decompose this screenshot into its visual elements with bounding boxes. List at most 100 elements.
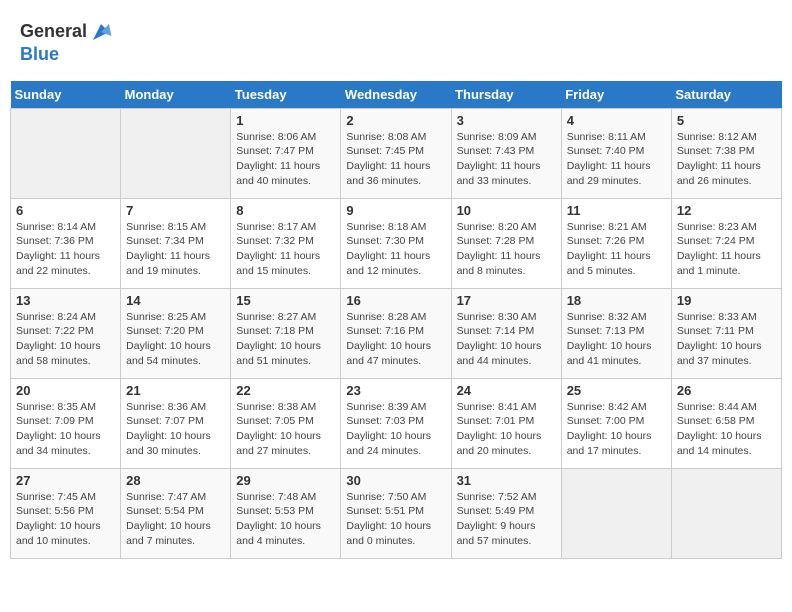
day-number: 26 xyxy=(677,383,776,398)
calendar-cell: 2 Sunrise: 8:08 AMSunset: 7:45 PMDaylight… xyxy=(341,108,451,198)
day-header-sunday: Sunday xyxy=(11,81,121,109)
calendar-cell: 17Sunrise: 8:30 AMSunset: 7:14 PMDayligh… xyxy=(451,288,561,378)
calendar-cell xyxy=(121,108,231,198)
calendar-cell: 23 Sunrise: 8:39 AMSunset: 7:03 PMDayligh… xyxy=(341,378,451,468)
calendar-cell: 10 Sunrise: 8:20 AMSunset: 7:28 PMDayligh… xyxy=(451,198,561,288)
day-header-wednesday: Wednesday xyxy=(341,81,451,109)
logo: General Blue xyxy=(20,20,113,66)
calendar-cell: 28 Sunrise: 7:47 AMSunset: 5:54 PMDayligh… xyxy=(121,468,231,558)
day-info: Sunrise: 7:45 AMSunset: 5:56 PMDaylight:… xyxy=(16,490,115,549)
day-number: 5 xyxy=(677,113,776,128)
calendar-cell: 4 Sunrise: 8:11 AMSunset: 7:40 PMDaylight… xyxy=(561,108,671,198)
day-info: Sunrise: 7:47 AMSunset: 5:54 PMDaylight:… xyxy=(126,490,225,549)
day-info: Sunrise: 8:18 AMSunset: 7:30 PMDaylight:… xyxy=(346,220,445,279)
logo-icon xyxy=(89,20,113,44)
calendar-table: SundayMondayTuesdayWednesdayThursdayFrid… xyxy=(10,81,782,559)
calendar-week-1: 1 Sunrise: 8:06 AMSunset: 7:47 PMDaylight… xyxy=(11,108,782,198)
calendar-cell: 25 Sunrise: 8:42 AMSunset: 7:00 PMDayligh… xyxy=(561,378,671,468)
day-info: Sunrise: 8:38 AMSunset: 7:05 PMDaylight:… xyxy=(236,400,335,459)
day-number: 12 xyxy=(677,203,776,218)
calendar-week-2: 6 Sunrise: 8:14 AMSunset: 7:36 PMDaylight… xyxy=(11,198,782,288)
calendar-cell: 16 Sunrise: 8:28 AMSunset: 7:16 PMDayligh… xyxy=(341,288,451,378)
day-header-friday: Friday xyxy=(561,81,671,109)
calendar-cell: 22Sunrise: 8:38 AMSunset: 7:05 PMDayligh… xyxy=(231,378,341,468)
calendar-cell: 31 Sunrise: 7:52 AMSunset: 5:49 PMDayligh… xyxy=(451,468,561,558)
day-number: 1 xyxy=(236,113,335,128)
calendar-cell: 19Sunrise: 8:33 AMSunset: 7:11 PMDayligh… xyxy=(671,288,781,378)
calendar-header-row: SundayMondayTuesdayWednesdayThursdayFrid… xyxy=(11,81,782,109)
day-info: Sunrise: 8:17 AMSunset: 7:32 PMDaylight:… xyxy=(236,220,335,279)
day-number: 25 xyxy=(567,383,666,398)
calendar-cell: 26 Sunrise: 8:44 AMSunset: 6:58 PMDayligh… xyxy=(671,378,781,468)
day-number: 7 xyxy=(126,203,225,218)
day-info: Sunrise: 8:42 AMSunset: 7:00 PMDaylight:… xyxy=(567,400,666,459)
day-header-saturday: Saturday xyxy=(671,81,781,109)
calendar-cell: 21Sunrise: 8:36 AMSunset: 7:07 PMDayligh… xyxy=(121,378,231,468)
day-info: Sunrise: 8:09 AMSunset: 7:43 PMDaylight:… xyxy=(457,130,556,189)
day-info: Sunrise: 8:21 AMSunset: 7:26 PMDaylight:… xyxy=(567,220,666,279)
calendar-cell: 1 Sunrise: 8:06 AMSunset: 7:47 PMDaylight… xyxy=(231,108,341,198)
day-info: Sunrise: 8:11 AMSunset: 7:40 PMDaylight:… xyxy=(567,130,666,189)
day-number: 31 xyxy=(457,473,556,488)
day-number: 24 xyxy=(457,383,556,398)
day-number: 28 xyxy=(126,473,225,488)
calendar-cell: 3 Sunrise: 8:09 AMSunset: 7:43 PMDaylight… xyxy=(451,108,561,198)
day-number: 13 xyxy=(16,293,115,308)
day-number: 11 xyxy=(567,203,666,218)
day-info: Sunrise: 8:30 AMSunset: 7:14 PMDaylight:… xyxy=(457,310,556,369)
calendar-cell: 24 Sunrise: 8:41 AMSunset: 7:01 PMDayligh… xyxy=(451,378,561,468)
day-info: Sunrise: 8:36 AMSunset: 7:07 PMDaylight:… xyxy=(126,400,225,459)
calendar-cell: 29 Sunrise: 7:48 AMSunset: 5:53 PMDayligh… xyxy=(231,468,341,558)
logo-text-general: General xyxy=(20,21,87,43)
day-number: 16 xyxy=(346,293,445,308)
day-info: Sunrise: 8:28 AMSunset: 7:16 PMDaylight:… xyxy=(346,310,445,369)
calendar-body: 1 Sunrise: 8:06 AMSunset: 7:47 PMDaylight… xyxy=(11,108,782,558)
day-number: 29 xyxy=(236,473,335,488)
page-header: General Blue xyxy=(10,10,782,71)
day-info: Sunrise: 8:08 AMSunset: 7:45 PMDaylight:… xyxy=(346,130,445,189)
day-number: 15 xyxy=(236,293,335,308)
day-info: Sunrise: 8:39 AMSunset: 7:03 PMDaylight:… xyxy=(346,400,445,459)
day-number: 30 xyxy=(346,473,445,488)
day-info: Sunrise: 8:44 AMSunset: 6:58 PMDaylight:… xyxy=(677,400,776,459)
day-number: 23 xyxy=(346,383,445,398)
day-info: Sunrise: 8:41 AMSunset: 7:01 PMDaylight:… xyxy=(457,400,556,459)
day-number: 2 xyxy=(346,113,445,128)
day-number: 27 xyxy=(16,473,115,488)
calendar-cell xyxy=(11,108,121,198)
day-info: Sunrise: 7:48 AMSunset: 5:53 PMDaylight:… xyxy=(236,490,335,549)
day-info: Sunrise: 7:52 AMSunset: 5:49 PMDaylight:… xyxy=(457,490,556,549)
day-header-thursday: Thursday xyxy=(451,81,561,109)
calendar-cell xyxy=(561,468,671,558)
day-info: Sunrise: 8:14 AMSunset: 7:36 PMDaylight:… xyxy=(16,220,115,279)
calendar-cell: 11 Sunrise: 8:21 AMSunset: 7:26 PMDayligh… xyxy=(561,198,671,288)
day-number: 3 xyxy=(457,113,556,128)
calendar-week-4: 20Sunrise: 8:35 AMSunset: 7:09 PMDayligh… xyxy=(11,378,782,468)
day-number: 6 xyxy=(16,203,115,218)
day-number: 4 xyxy=(567,113,666,128)
day-number: 18 xyxy=(567,293,666,308)
calendar-cell: 20Sunrise: 8:35 AMSunset: 7:09 PMDayligh… xyxy=(11,378,121,468)
day-info: Sunrise: 8:20 AMSunset: 7:28 PMDaylight:… xyxy=(457,220,556,279)
day-info: Sunrise: 8:24 AMSunset: 7:22 PMDaylight:… xyxy=(16,310,115,369)
calendar-week-3: 13 Sunrise: 8:24 AMSunset: 7:22 PMDayligh… xyxy=(11,288,782,378)
day-info: Sunrise: 8:15 AMSunset: 7:34 PMDaylight:… xyxy=(126,220,225,279)
day-info: Sunrise: 7:50 AMSunset: 5:51 PMDaylight:… xyxy=(346,490,445,549)
calendar-cell: 30 Sunrise: 7:50 AMSunset: 5:51 PMDayligh… xyxy=(341,468,451,558)
day-info: Sunrise: 8:25 AMSunset: 7:20 PMDaylight:… xyxy=(126,310,225,369)
day-number: 10 xyxy=(457,203,556,218)
day-info: Sunrise: 8:06 AMSunset: 7:47 PMDaylight:… xyxy=(236,130,335,189)
calendar-cell: 14 Sunrise: 8:25 AMSunset: 7:20 PMDayligh… xyxy=(121,288,231,378)
calendar-cell: 27 Sunrise: 7:45 AMSunset: 5:56 PMDayligh… xyxy=(11,468,121,558)
calendar-cell: 9Sunrise: 8:18 AMSunset: 7:30 PMDaylight… xyxy=(341,198,451,288)
logo-text-blue: Blue xyxy=(20,44,59,64)
calendar-cell xyxy=(671,468,781,558)
day-header-monday: Monday xyxy=(121,81,231,109)
day-number: 14 xyxy=(126,293,225,308)
calendar-week-5: 27 Sunrise: 7:45 AMSunset: 5:56 PMDayligh… xyxy=(11,468,782,558)
calendar-cell: 6 Sunrise: 8:14 AMSunset: 7:36 PMDaylight… xyxy=(11,198,121,288)
calendar-cell: 15Sunrise: 8:27 AMSunset: 7:18 PMDayligh… xyxy=(231,288,341,378)
day-info: Sunrise: 8:23 AMSunset: 7:24 PMDaylight:… xyxy=(677,220,776,279)
calendar-cell: 8Sunrise: 8:17 AMSunset: 7:32 PMDaylight… xyxy=(231,198,341,288)
calendar-cell: 18Sunrise: 8:32 AMSunset: 7:13 PMDayligh… xyxy=(561,288,671,378)
